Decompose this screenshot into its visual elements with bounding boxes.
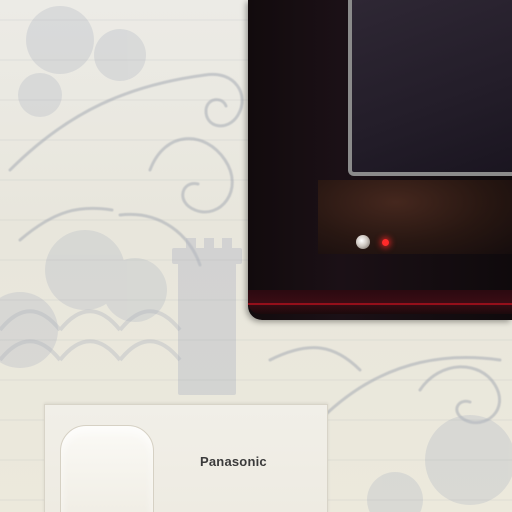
phone-handset [60,425,154,512]
power-led [382,239,389,246]
brand-label: Panasonic [200,454,267,469]
photo-scene: Panasonic [0,0,512,512]
tv-bottom-trim [248,290,512,314]
tv-red-accent [248,303,512,305]
tv-frame [248,0,512,320]
tv-sensor [356,235,370,249]
phone-base-panel: Panasonic [44,404,328,512]
tv-screen [348,0,512,176]
tv-wood-trim [318,180,512,254]
